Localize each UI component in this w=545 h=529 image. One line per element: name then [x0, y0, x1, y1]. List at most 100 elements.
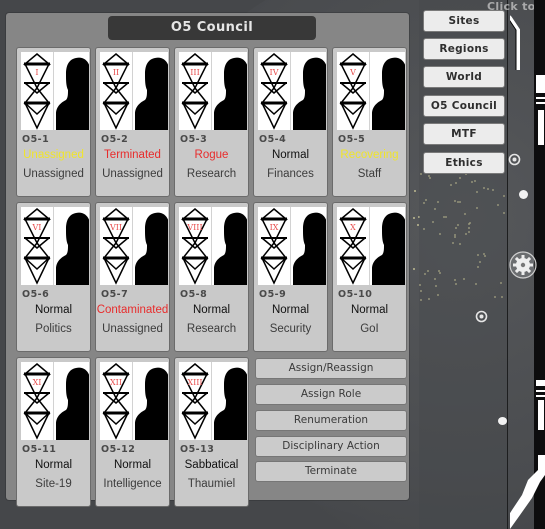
member-silhouette-icon: [212, 52, 247, 130]
member-card-o5-13[interactable]: XIII O5-13 Sabbatical Thaumiel: [174, 357, 249, 507]
member-silhouette-icon: [291, 52, 326, 130]
member-portrait: VIII: [179, 207, 247, 285]
member-status: Normal: [271, 149, 310, 161]
assign-role-button[interactable]: Assign Role: [255, 384, 407, 405]
member-role: Staff: [357, 168, 382, 180]
member-status: Recovering: [340, 149, 399, 161]
member-numeral: IX: [269, 223, 279, 232]
member-role: Politics: [35, 323, 72, 335]
member-code: O5-5: [338, 134, 366, 145]
member-card-o5-11[interactable]: XI O5-11 Normal Site-19: [16, 357, 91, 507]
member-card-o5-10[interactable]: X O5-10 Normal GoI: [332, 202, 407, 352]
map-divider-line: [507, 0, 508, 529]
member-portrait: XIII: [179, 362, 247, 440]
assign-reassign-button[interactable]: Assign/Reassign: [255, 358, 407, 379]
renumeration-button[interactable]: Renumeration: [255, 410, 407, 431]
member-status: Normal: [34, 459, 73, 471]
member-role: Security: [269, 323, 312, 335]
member-card-o5-2[interactable]: II O5-2 Terminated Unassigned: [95, 47, 170, 197]
location-dot-icon[interactable]: [519, 190, 528, 199]
member-card-o5-4[interactable]: IV O5-4 Normal Finances: [253, 47, 328, 197]
member-portrait: IV: [258, 52, 326, 130]
member-code: O5-2: [101, 134, 129, 145]
terminate-button[interactable]: Terminate: [255, 461, 407, 482]
member-silhouette-icon: [370, 207, 405, 285]
target-marker-icon[interactable]: [475, 308, 488, 323]
member-status: Unassigned: [23, 149, 84, 161]
member-silhouette-icon: [54, 362, 89, 440]
member-role: Unassigned: [23, 168, 84, 180]
member-numeral: I: [35, 68, 39, 77]
member-silhouette-icon: [133, 52, 168, 130]
member-status: Contaminated: [96, 304, 169, 316]
member-code: O5-1: [22, 134, 50, 145]
member-portrait: V: [337, 52, 405, 130]
member-numeral: XI: [32, 378, 42, 387]
o5-insignia-icon: III: [179, 52, 212, 130]
disciplinary-action-button[interactable]: Disciplinary Action: [255, 436, 407, 457]
nav-mtf-button[interactable]: MTF: [423, 123, 505, 145]
member-status: Normal: [271, 304, 310, 316]
member-portrait: I: [21, 52, 89, 130]
location-dot-icon[interactable]: [498, 417, 507, 425]
member-silhouette-icon: [212, 207, 247, 285]
panel-title: O5 Council: [108, 16, 316, 40]
member-role: Thaumiel: [187, 478, 236, 490]
member-role: Intelligence: [103, 478, 162, 490]
target-marker-icon[interactable]: [508, 151, 521, 166]
nav-sites-button[interactable]: Sites: [423, 10, 505, 32]
member-portrait: II: [100, 52, 168, 130]
member-silhouette-icon: [212, 362, 247, 440]
member-code: O5-11: [22, 444, 57, 455]
member-code: O5-9: [259, 289, 287, 300]
member-numeral: XIII: [187, 378, 203, 387]
member-portrait: VI: [21, 207, 89, 285]
member-numeral: III: [190, 68, 200, 77]
member-portrait: VII: [100, 207, 168, 285]
o5-insignia-icon: XI: [21, 362, 54, 440]
o5-insignia-icon: XIII: [179, 362, 212, 440]
member-role: Finances: [267, 168, 314, 180]
member-role: Research: [186, 323, 237, 335]
member-card-o5-8[interactable]: VIII O5-8 Normal Research: [174, 202, 249, 352]
o5-insignia-icon: IX: [258, 207, 291, 285]
member-status: Normal: [350, 304, 389, 316]
o5-insignia-icon: I: [21, 52, 54, 130]
member-portrait: X: [337, 207, 405, 285]
o5-insignia-icon: XII: [100, 362, 133, 440]
member-card-o5-9[interactable]: IX O5-9 Normal Security: [253, 202, 328, 352]
member-status: Rogue: [194, 149, 229, 161]
member-card-o5-7[interactable]: VII O5-7 Contaminated Unassigned: [95, 202, 170, 352]
member-code: O5-13: [180, 444, 215, 455]
member-portrait: XI: [21, 362, 89, 440]
member-code: O5-7: [101, 289, 129, 300]
member-silhouette-icon: [133, 207, 168, 285]
member-card-o5-5[interactable]: V O5-5 Recovering Staff: [332, 47, 407, 197]
nav-world-button[interactable]: World: [423, 66, 505, 88]
nav-ethics-button[interactable]: Ethics: [423, 152, 505, 174]
member-numeral: II: [112, 68, 120, 77]
settings-gear-icon[interactable]: [509, 251, 537, 279]
member-role: Unassigned: [102, 168, 163, 180]
member-silhouette-icon: [291, 207, 326, 285]
member-portrait: XII: [100, 362, 168, 440]
nav-o5-council-button[interactable]: O5 Council: [423, 95, 505, 117]
nav-regions-button[interactable]: Regions: [423, 38, 505, 60]
member-card-o5-6[interactable]: VI O5-6 Normal Politics: [16, 202, 91, 352]
member-status: Sabbatical: [184, 459, 239, 471]
member-card-o5-1[interactable]: I O5-1 Unassigned Unassigned: [16, 47, 91, 197]
member-card-o5-12[interactable]: XII O5-12 Normal Intelligence: [95, 357, 170, 507]
member-code: O5-3: [180, 134, 208, 145]
member-code: O5-12: [101, 444, 136, 455]
o5-insignia-icon: VIII: [179, 207, 212, 285]
member-numeral: XII: [109, 378, 122, 387]
member-silhouette-icon: [54, 52, 89, 130]
member-portrait: III: [179, 52, 247, 130]
member-status: Terminated: [104, 149, 161, 161]
member-numeral: VIII: [187, 223, 203, 232]
member-numeral: IV: [269, 68, 279, 77]
member-status: Normal: [113, 459, 152, 471]
member-card-o5-3[interactable]: III O5-3 Rogue Research: [174, 47, 249, 197]
o5-insignia-icon: VII: [100, 207, 133, 285]
member-code: O5-10: [338, 289, 373, 300]
